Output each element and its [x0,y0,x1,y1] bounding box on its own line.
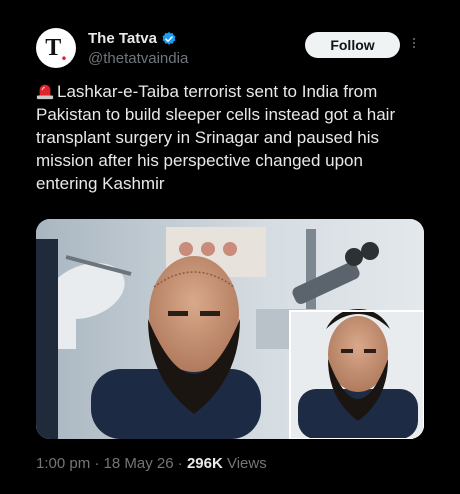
profile-avatar[interactable]: T. [36,28,76,68]
account-handle[interactable]: @thetatvaindia [88,50,188,67]
tweet-text: Lashkar-e-Taiba terrorist sent to India … [36,82,396,193]
tweet-text-block: Lashkar-e-Taiba terrorist sent to India … [36,80,426,195]
police-siren-icon [36,84,54,100]
tweet-date[interactable]: 18 May 26 [104,455,174,472]
views-label: Views [226,455,267,472]
meta-separator: · [177,455,183,472]
account-name-text: The Tatva [88,30,157,47]
more-vertical-icon[interactable] [410,36,418,54]
verified-badge-icon [162,31,176,45]
meta-separator: · [94,455,100,472]
photo-image [36,219,424,439]
avatar-letter: T [45,34,62,61]
tweet-time[interactable]: 1:00 pm [36,455,90,472]
tweet-media-photo[interactable] [36,219,424,439]
views-count: 296K [186,455,223,472]
account-name[interactable]: The Tatva [88,30,177,47]
follow-button[interactable]: Follow [305,32,400,58]
tweet-meta: 1:00 pm · 18 May 26 · 296K Views [36,455,267,472]
